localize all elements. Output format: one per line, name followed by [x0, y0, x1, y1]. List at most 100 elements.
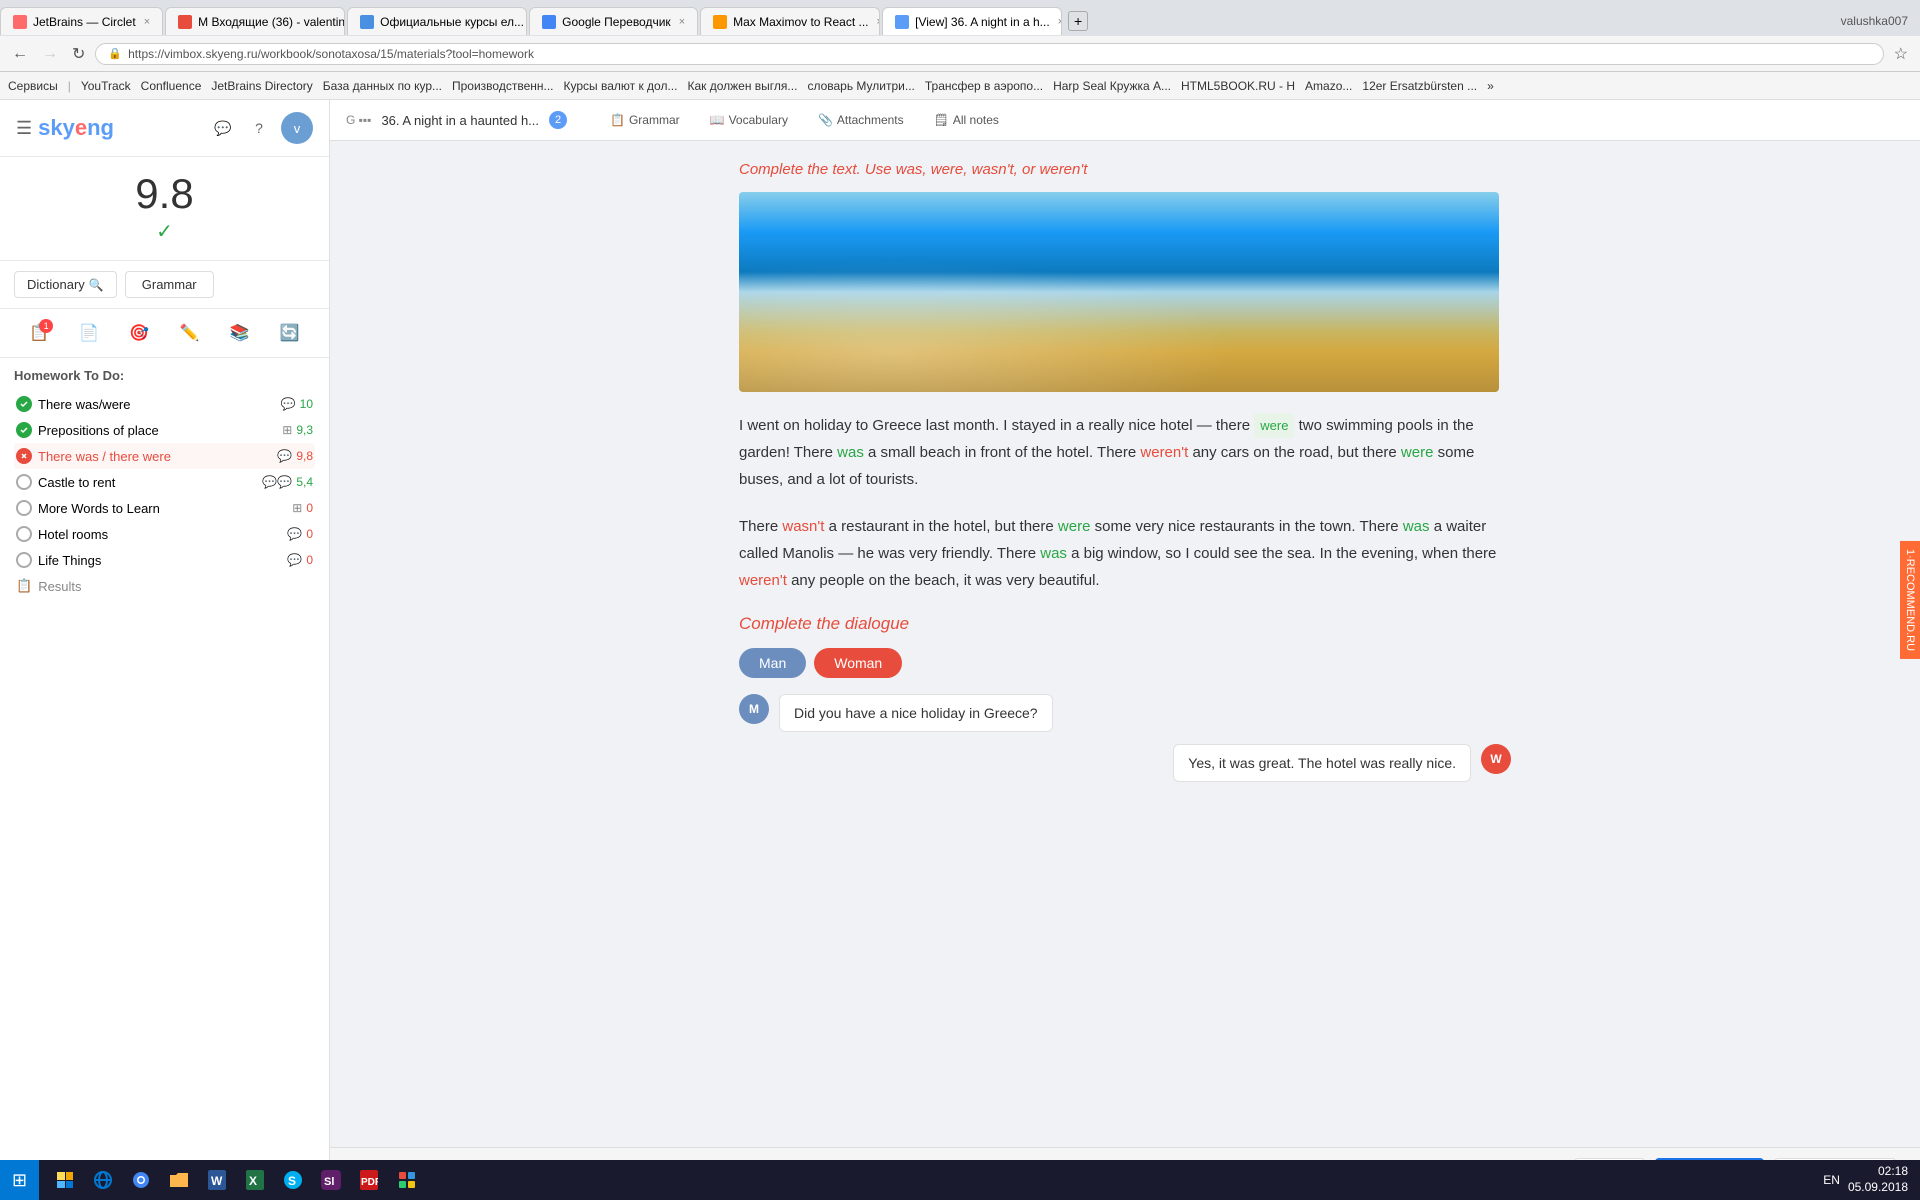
recommend-badge[interactable]: 1·RECOMMEND.RU — [1900, 541, 1920, 659]
logo-dot: e — [75, 115, 87, 140]
tab-skyeng[interactable]: [View] 36. A night in a h... × — [882, 7, 1062, 35]
taskbar-icon-pdf[interactable]: PDF — [351, 1162, 387, 1198]
tab-label-maxreact: Max Maximov to React ... — [733, 15, 868, 29]
new-tab-button[interactable]: + — [1068, 11, 1088, 31]
results-label: Results — [38, 579, 81, 594]
svg-text:PDF: PDF — [361, 1177, 378, 1188]
dialogue-avatar-man: M — [739, 694, 769, 724]
tool-book-icon[interactable]: 📚 — [224, 317, 256, 349]
dialogue-heading: Complete the dialogue — [739, 614, 1511, 634]
user-info: valushka007 — [1841, 14, 1920, 28]
taskbar-icon-excel[interactable]: X — [237, 1162, 273, 1198]
chat-icon[interactable]: 💬 — [209, 114, 237, 142]
bookmark-database[interactable]: База данных по кур... — [323, 79, 442, 93]
tab-vocabulary[interactable]: 📖 Vocabulary — [697, 108, 801, 132]
bookmark-services[interactable]: Сервисы — [8, 79, 58, 93]
tool-tasks-icon[interactable]: 📋 1 — [23, 317, 55, 349]
bookmark-transfer[interactable]: Трансфер в аэропо... — [925, 79, 1043, 93]
tab-maxreact[interactable]: Max Maximov to React ... × — [700, 7, 880, 35]
hw-status-green-2 — [16, 422, 32, 438]
hw-item-prepositions[interactable]: Prepositions of place ⊞ 9,3 — [14, 417, 315, 443]
fill-word-was-2: was — [1403, 518, 1430, 535]
taskbar-icon-slack[interactable]: Sl — [313, 1162, 349, 1198]
hw-item-left-1: There was/were — [16, 396, 130, 412]
bookmark-harp[interactable]: Harp Seal Кружка А... — [1053, 79, 1171, 93]
taskbar-icons: W X S Sl PDF — [39, 1162, 433, 1198]
bookmark-production[interactable]: Производственн... — [452, 79, 554, 93]
bookmark-courses[interactable]: Курсы валют к дол... — [564, 79, 678, 93]
tab-courses[interactable]: Официальные курсы ел... × — [347, 7, 527, 35]
attachments-tab-icon: 📎 — [818, 113, 833, 127]
fill-word-was-1: was — [837, 444, 864, 461]
tab-close-skyeng[interactable]: × — [1058, 16, 1062, 28]
hw-item-there-was-were[interactable]: There was/were 💬 10 — [14, 391, 315, 417]
tab-translate[interactable]: Google Переводчик × — [529, 7, 698, 35]
tab-close-maxreact[interactable]: × — [877, 16, 881, 28]
taskbar-icon-app[interactable] — [389, 1162, 425, 1198]
fill-blank-were-1: were — [1254, 413, 1294, 438]
bookmark-more[interactable]: » — [1487, 79, 1494, 93]
taskbar-icon-ie[interactable] — [85, 1162, 121, 1198]
hw-name-2: Prepositions of place — [38, 423, 159, 438]
forward-browser-btn[interactable]: → — [38, 43, 62, 65]
tab-bar: JetBrains — Circlet × M Входящие (36) - … — [0, 0, 1920, 36]
grammar-button[interactable]: Grammar — [125, 271, 214, 298]
tool-target-icon[interactable]: 🎯 — [123, 317, 155, 349]
taskbar-icon-explorer[interactable] — [47, 1162, 83, 1198]
dialogue-buttons: Man Woman — [739, 648, 1511, 678]
bookmark-youtrack[interactable]: YouTrack — [81, 79, 131, 93]
sidebar-actions: 💬 ? v — [209, 112, 313, 144]
dialogue-row-woman: Yes, it was great. The hotel was really … — [739, 744, 1511, 782]
refresh-btn[interactable]: ↻ — [68, 42, 89, 66]
bookmark-confluence[interactable]: Confluence — [141, 79, 202, 93]
hw-item-there-was-there-were[interactable]: There was / there were 💬 9,8 — [14, 443, 315, 469]
text-paragraph-1: I went on holiday to Greece last month. … — [739, 412, 1511, 493]
tab-close-translate[interactable]: × — [679, 16, 685, 28]
dictionary-button[interactable]: Dictionary 🔍 — [14, 271, 117, 298]
hw-icon-2: ⊞ — [282, 423, 292, 437]
sidebar-logo: ☰ skyeng — [16, 115, 114, 141]
tab-grammar[interactable]: 📋 Grammar — [597, 108, 693, 132]
taskbar-icon-skype[interactable]: S — [275, 1162, 311, 1198]
star-btn[interactable]: ☆ — [1890, 42, 1912, 66]
back-browser-btn[interactable]: ← — [8, 43, 32, 65]
tool-refresh-icon[interactable]: 🔄 — [274, 317, 306, 349]
bookmark-dictionary[interactable]: словарь Мулитри... — [807, 79, 914, 93]
taskbar-icon-folder[interactable] — [161, 1162, 197, 1198]
bookmark-html5[interactable]: HTML5BOOK.RU - H — [1181, 79, 1295, 93]
score-number: 9.8 — [135, 173, 193, 215]
svg-text:X: X — [249, 1174, 257, 1188]
bookmark-how-looks[interactable]: Как должен выгля... — [687, 79, 797, 93]
taskbar-icon-word[interactable]: W — [199, 1162, 235, 1198]
tab-jetbrains[interactable]: JetBrains — Circlet × — [0, 7, 163, 35]
tab-attachments[interactable]: 📎 Attachments — [805, 108, 917, 132]
hw-item-castle[interactable]: Castle to rent 💬💬 5,4 — [14, 469, 315, 495]
hw-item-life-things[interactable]: Life Things 💬 0 — [14, 547, 315, 573]
url-bar[interactable]: 🔒 https://vimbox.skyeng.ru/workbook/sono… — [95, 43, 1883, 65]
taskbar-icon-chrome[interactable] — [123, 1162, 159, 1198]
hotel-image — [739, 192, 1499, 392]
results-item[interactable]: 📋 Results — [14, 573, 315, 599]
tab-mail[interactable]: M Входящие (36) - valentin... × — [165, 7, 345, 35]
man-button[interactable]: Man — [739, 648, 806, 678]
tool-copy-icon[interactable]: 📄 — [73, 317, 105, 349]
start-button[interactable]: ⊞ — [0, 1160, 39, 1200]
tab-all-notes[interactable]: 🗒 All notes — [921, 108, 1012, 132]
hw-item-hotel-rooms[interactable]: Hotel rooms 💬 0 — [14, 521, 315, 547]
tab-close-jetbrains[interactable]: × — [144, 16, 150, 28]
bookmark-jetbrains-dir[interactable]: JetBrains Directory — [211, 79, 312, 93]
woman-button[interactable]: Woman — [814, 648, 902, 678]
hamburger-menu-icon[interactable]: ☰ — [16, 118, 32, 139]
hw-item-more-words[interactable]: More Words to Learn ⊞ 0 — [14, 495, 315, 521]
tool-edit-icon[interactable]: ✏️ — [174, 317, 206, 349]
bookmark-12er[interactable]: 12er Ersatzbürsten ... — [1362, 79, 1477, 93]
vocabulary-tab-icon: 📖 — [710, 113, 725, 127]
search-icon: 🔍 — [89, 278, 104, 292]
bookmark-amazon[interactable]: Amazо... — [1305, 79, 1352, 93]
avatar[interactable]: v — [281, 112, 313, 144]
help-icon[interactable]: ? — [245, 114, 273, 142]
hw-item-right-4: 💬💬 5,4 — [262, 475, 313, 489]
hw-status-red-3 — [16, 448, 32, 464]
hw-name-7: Life Things — [38, 553, 101, 568]
exercise-instruction: Complete the text. Use was, were, wasn't… — [739, 161, 1511, 178]
